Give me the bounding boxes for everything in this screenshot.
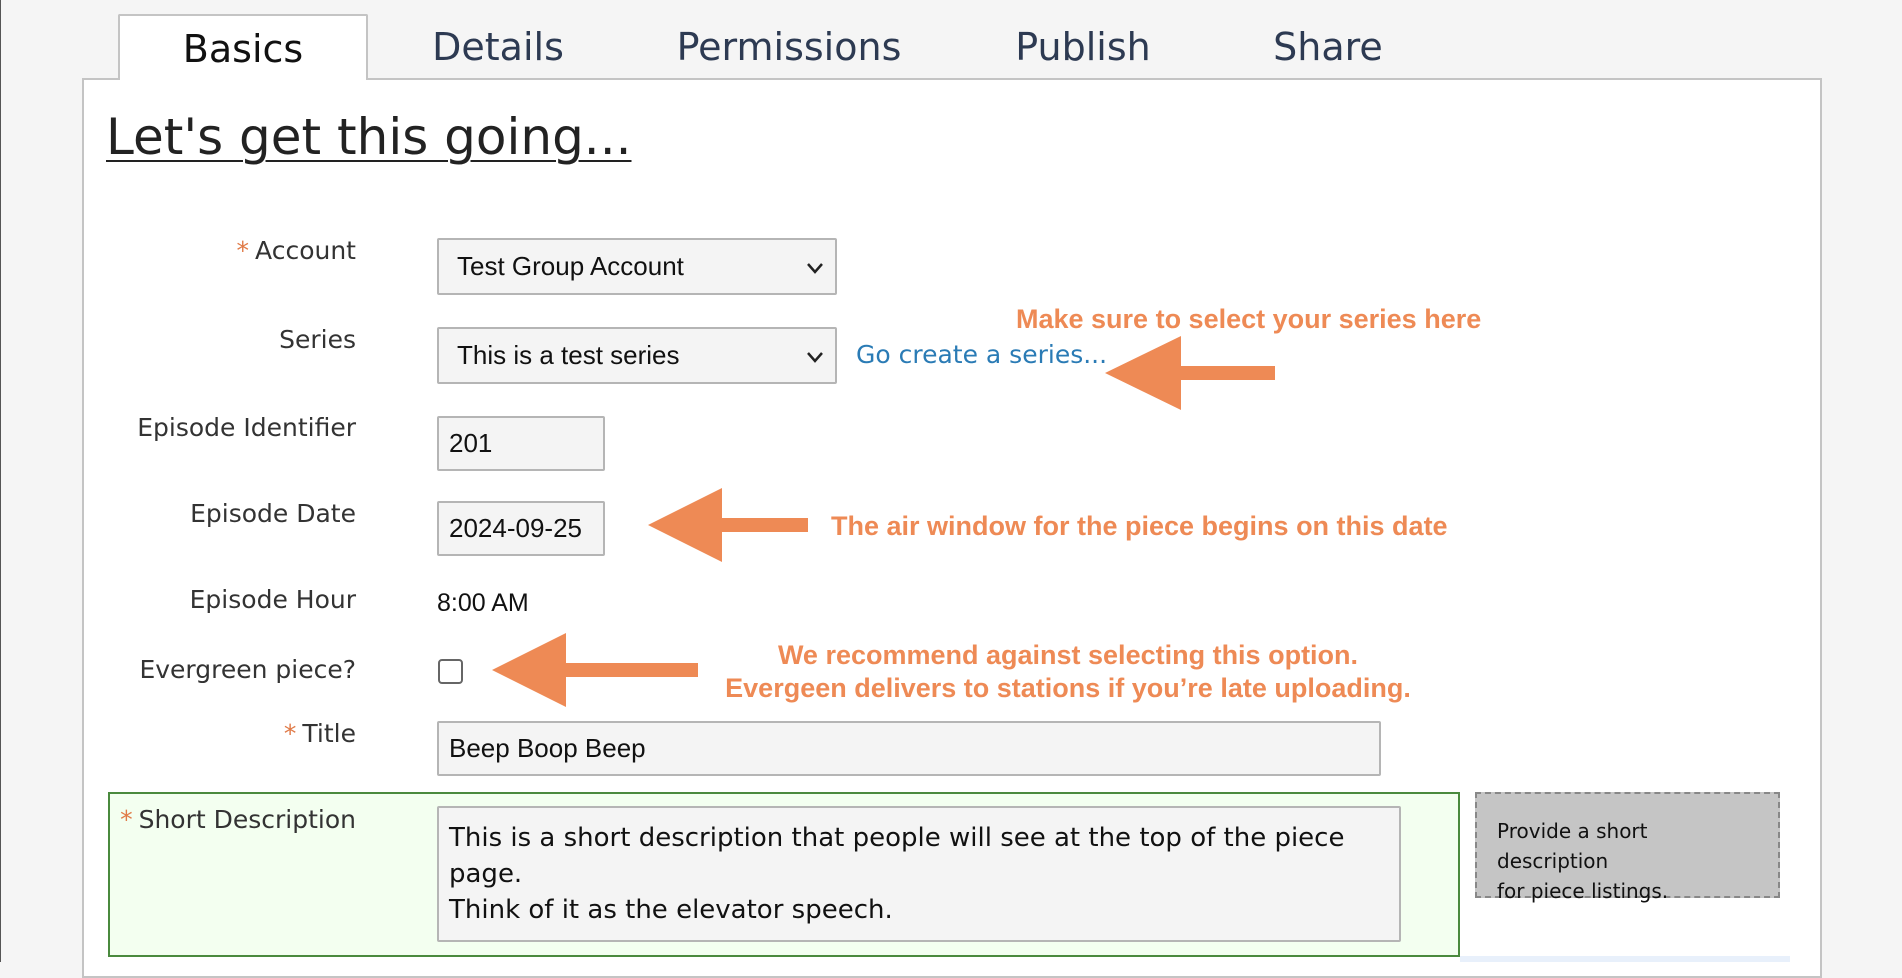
- hint-line: Provide a short description: [1497, 819, 1648, 873]
- evergreen-annotation-line: Evergeen delivers to stations if you’re …: [725, 673, 1411, 703]
- evergreen-checkbox[interactable]: [438, 659, 463, 684]
- tab-share[interactable]: Share: [1248, 14, 1408, 80]
- next-section-strip: [1460, 956, 1790, 962]
- series-label: Series: [279, 325, 356, 354]
- hint-line: for piece listings.: [1497, 879, 1669, 903]
- tab-permissions[interactable]: Permissions: [658, 14, 920, 80]
- arrow-left-icon: [1105, 336, 1275, 410]
- required-marker: *: [236, 236, 250, 265]
- required-marker: *: [120, 805, 133, 834]
- arrow-left-icon: [648, 488, 808, 562]
- short-description-line: This is a short description that people …: [449, 823, 1345, 889]
- evergreen-label: Evergreen piece?: [139, 655, 356, 684]
- short-description-label: * Short Description: [120, 805, 356, 834]
- create-series-link[interactable]: Go create a series...: [856, 340, 1107, 369]
- required-marker: *: [283, 719, 297, 748]
- window-edge: [0, 0, 1, 962]
- date-annotation: The air window for the piece begins on t…: [831, 511, 1448, 541]
- episode-hour-label: Episode Hour: [189, 585, 356, 614]
- series-annotation: Make sure to select your series here: [1016, 304, 1482, 334]
- episode-identifier-label: Episode Identifier: [137, 413, 356, 442]
- tab-details[interactable]: Details: [398, 14, 598, 80]
- series-select-value: This is a test series: [457, 340, 680, 370]
- short-description-hint: Provide a short description for piece li…: [1475, 792, 1780, 903]
- short-description-line: Think of it as the elevator speech.: [449, 895, 893, 925]
- account-label: * Account: [236, 236, 356, 265]
- evergreen-annotation-line: We recommend against selecting this opti…: [777, 640, 1359, 670]
- episode-identifier-input[interactable]: 201: [437, 416, 605, 471]
- episode-hour-value: 8:00 AM: [437, 589, 529, 617]
- tab-publish[interactable]: Publish: [998, 14, 1168, 80]
- episode-date-input[interactable]: 2024-09-25: [437, 501, 605, 556]
- chevron-down-icon: [807, 263, 823, 274]
- series-select[interactable]: This is a test series: [437, 327, 837, 384]
- title-label: * Title: [283, 719, 356, 748]
- arrow-left-icon: [492, 633, 698, 707]
- account-select-value: Test Group Account: [457, 251, 684, 281]
- evergreen-annotation: We recommend against selecting this opti…: [712, 640, 1424, 704]
- tab-basics[interactable]: Basics: [118, 14, 368, 80]
- short-description-textarea[interactable]: This is a short description that people …: [437, 806, 1401, 942]
- account-select[interactable]: Test Group Account: [437, 238, 837, 295]
- title-input[interactable]: Beep Boop Beep: [437, 721, 1381, 776]
- chevron-down-icon: [807, 352, 823, 363]
- episode-date-label: Episode Date: [190, 499, 356, 528]
- page-title: Let's get this going...: [106, 108, 632, 166]
